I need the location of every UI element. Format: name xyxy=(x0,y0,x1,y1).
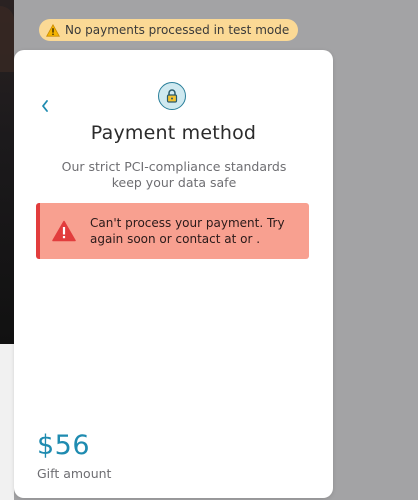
test-mode-banner: No payments processed in test mode xyxy=(39,19,299,41)
lock-badge xyxy=(158,82,186,110)
gift-amount-label: Gift amount xyxy=(37,466,112,481)
chevron-left-icon xyxy=(42,100,48,112)
background-photo xyxy=(0,0,14,344)
page-title: Payment method xyxy=(90,122,257,144)
lock-icon xyxy=(166,89,178,103)
alert-triangle-icon xyxy=(52,220,76,242)
back-button[interactable] xyxy=(40,99,54,115)
test-mode-banner-text: No payments processed in test mode xyxy=(65,23,290,37)
background-panel xyxy=(0,344,14,500)
error-alert: Can't process your payment. Try again so… xyxy=(36,203,309,259)
error-message: Can't process your payment. Try again so… xyxy=(90,216,285,246)
payment-modal: Payment method Our strict PCI-compliance… xyxy=(14,50,333,498)
gift-amount-value: $56 xyxy=(37,430,91,461)
warning-icon xyxy=(46,23,60,37)
security-subtitle: Our strict PCI-compliance standards keep… xyxy=(61,159,287,190)
